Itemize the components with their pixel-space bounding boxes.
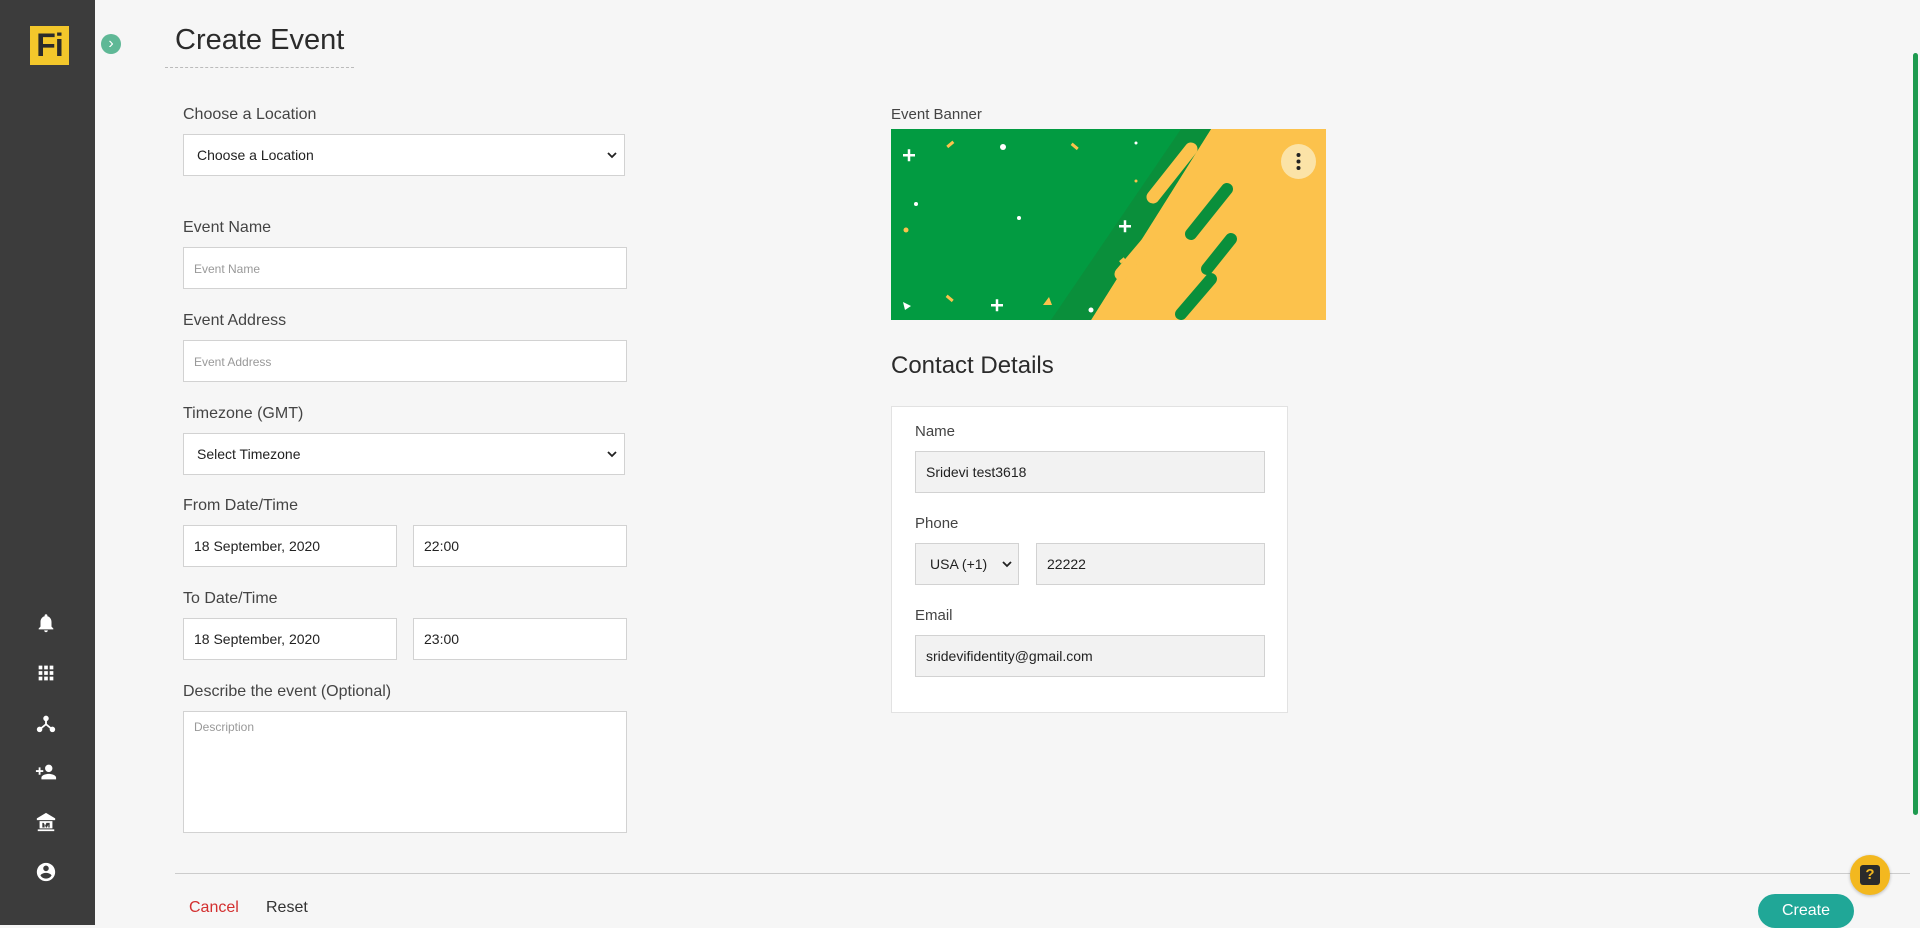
contact-email-input[interactable] xyxy=(915,635,1265,677)
event-name-input[interactable] xyxy=(183,247,627,289)
footer-divider xyxy=(175,873,1920,874)
contact-name-input[interactable] xyxy=(915,451,1265,493)
grid-icon[interactable] xyxy=(35,662,57,684)
reset-button[interactable]: Reset xyxy=(266,899,308,917)
sidebar-expand-button[interactable]: › xyxy=(101,34,121,54)
more-vertical-icon xyxy=(1296,153,1301,170)
sidebar: Fi xyxy=(0,0,95,925)
account-circle-icon[interactable] xyxy=(35,861,57,883)
bell-icon[interactable] xyxy=(35,612,57,634)
to-date-input[interactable] xyxy=(183,618,397,660)
institution-icon[interactable] xyxy=(35,811,57,833)
contact-phone-label: Phone xyxy=(915,515,959,532)
description-textarea[interactable] xyxy=(183,711,627,833)
contact-details-title: Contact Details xyxy=(891,352,1054,379)
event-banner-image xyxy=(891,129,1326,320)
from-datetime-label: From Date/Time xyxy=(183,497,298,514)
to-datetime-label: To Date/Time xyxy=(183,590,278,607)
event-name-label: Event Name xyxy=(183,219,272,236)
from-time-input[interactable] xyxy=(413,525,627,567)
help-button[interactable]: ? xyxy=(1850,855,1890,895)
location-label: Choose a Location xyxy=(183,106,317,123)
scrollbar-thumb[interactable] xyxy=(1913,53,1918,815)
add-user-icon[interactable] xyxy=(35,761,57,783)
page-title: Create Event xyxy=(165,20,355,68)
app-logo[interactable]: Fi xyxy=(30,26,69,65)
network-icon[interactable] xyxy=(35,712,57,734)
contact-email-label: Email xyxy=(915,607,953,624)
description-label: Describe the event (Optional) xyxy=(183,683,392,700)
from-date-input[interactable] xyxy=(183,525,397,567)
country-code-select[interactable]: USA (+1) xyxy=(915,543,1019,585)
to-time-input[interactable] xyxy=(413,618,627,660)
event-address-label: Event Address xyxy=(183,312,287,329)
timezone-label: Timezone (GMT) xyxy=(183,405,304,422)
contact-phone-input[interactable] xyxy=(1036,543,1265,585)
help-icon: ? xyxy=(1860,865,1880,885)
event-banner-label: Event Banner xyxy=(891,106,982,123)
cancel-button[interactable]: Cancel xyxy=(189,899,239,917)
event-address-input[interactable] xyxy=(183,340,627,382)
chevron-right-icon: › xyxy=(108,35,114,52)
timezone-select[interactable]: Select Timezone xyxy=(183,433,625,475)
create-button[interactable]: Create xyxy=(1758,894,1854,928)
location-select[interactable]: Choose a Location xyxy=(183,134,625,176)
contact-name-label: Name xyxy=(915,423,956,440)
banner-more-options-button[interactable] xyxy=(1281,144,1316,179)
